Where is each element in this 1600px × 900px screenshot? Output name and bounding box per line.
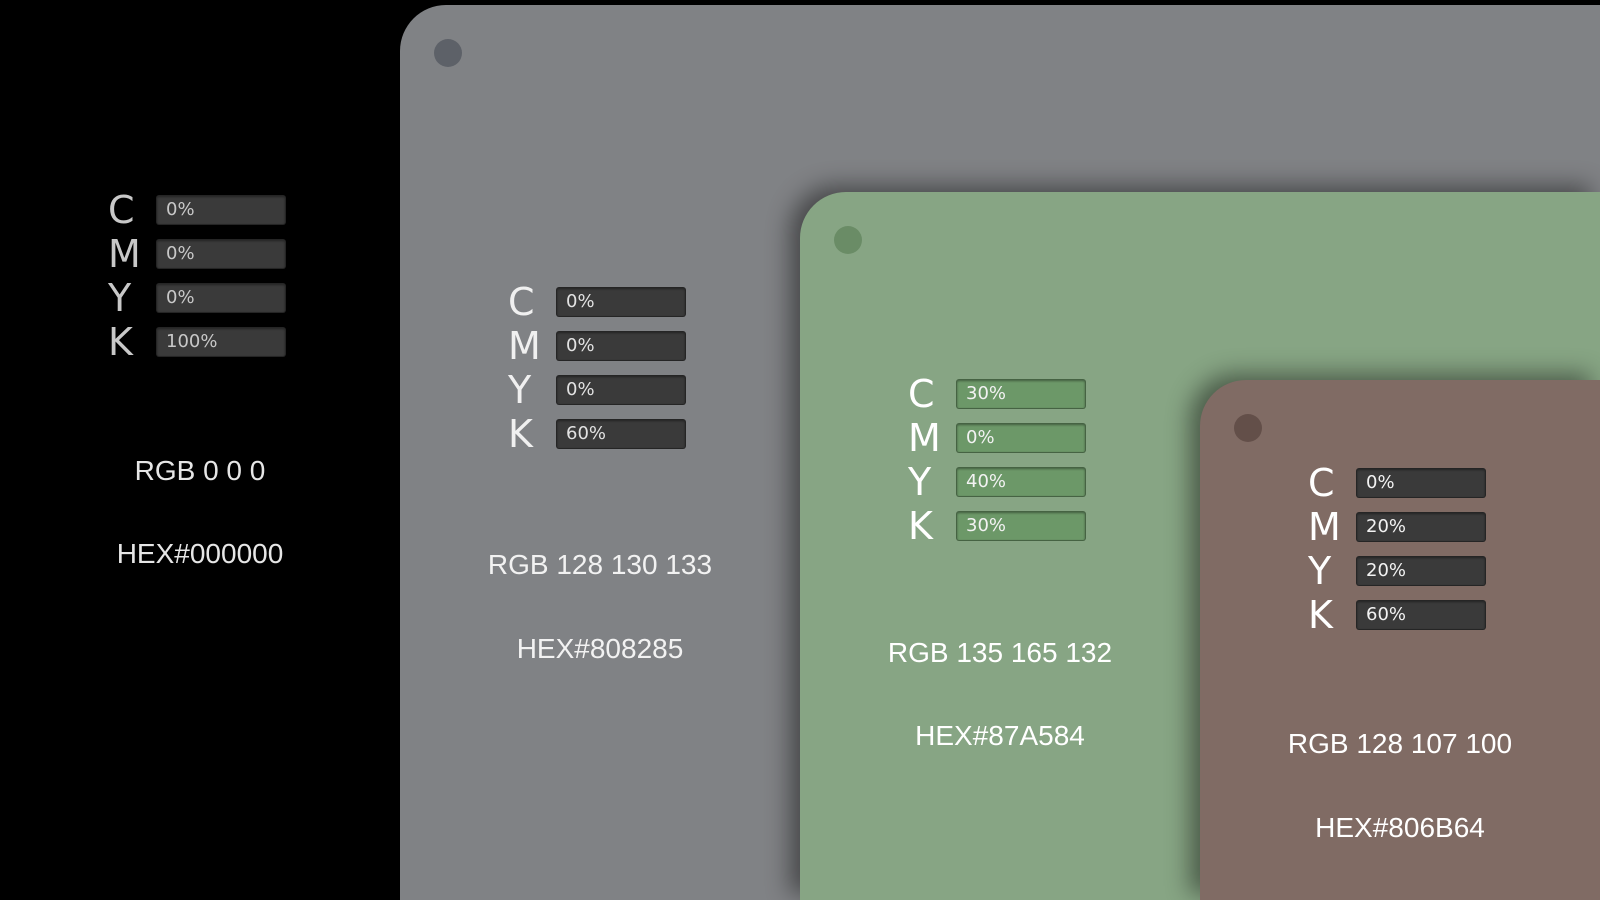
cmyk-value: 30%: [966, 383, 1007, 404]
cmyk-values: C 0% M 20% Y 20% K 60%: [1308, 461, 1486, 637]
cmyk-value: 0%: [566, 335, 595, 356]
cmyk-bar: 30%: [956, 511, 1086, 541]
cmyk-letter: M: [108, 232, 141, 276]
swatch-panel-brown: C 0% M 20% Y 20% K 60% RGB 128 107 100 H…: [1200, 380, 1600, 900]
hex-label: HEX#000000: [116, 538, 284, 569]
cmyk-bar: 40%: [956, 467, 1086, 497]
cmyk-values: C 30% M 0% Y 40% K 30%: [908, 372, 1086, 548]
cmyk-row-m: M 0%: [108, 232, 286, 276]
cmyk-bar: 0%: [156, 283, 286, 313]
cmyk-letter: M: [1308, 505, 1341, 549]
cmyk-letter: C: [508, 280, 535, 324]
cmyk-value: 0%: [166, 199, 195, 220]
cmyk-value: 0%: [166, 287, 195, 308]
cmyk-row-y: Y 0%: [108, 276, 286, 320]
cmyk-bar: 30%: [956, 379, 1086, 409]
hex-label: HEX#87A584: [915, 720, 1085, 751]
dot-icon: [834, 226, 862, 254]
cmyk-bar: 100%: [156, 327, 286, 357]
cmyk-letter: Y: [908, 460, 932, 504]
cmyk-row-k: K 30%: [908, 504, 1086, 548]
rgb-label: RGB 0 0 0: [134, 455, 266, 486]
rgb-label: RGB 128 107 100: [1287, 728, 1513, 759]
cmyk-row-m: M 20%: [1308, 505, 1486, 549]
cmyk-row-c: C 30%: [908, 372, 1086, 416]
cmyk-bar: 20%: [1356, 512, 1486, 542]
cmyk-value: 30%: [966, 515, 1007, 536]
cmyk-value: 0%: [166, 243, 195, 264]
cmyk-row-m: M 0%: [508, 324, 686, 368]
cmyk-value: 20%: [1366, 560, 1407, 581]
cmyk-row-y: Y 20%: [1308, 549, 1486, 593]
cmyk-row-c: C 0%: [508, 280, 686, 324]
cmyk-letter: K: [908, 504, 933, 548]
cmyk-letter: Y: [1308, 549, 1332, 593]
cmyk-letter: Y: [508, 368, 532, 412]
cmyk-bar: 60%: [1356, 600, 1486, 630]
dot-icon: [434, 39, 462, 67]
cmyk-bar: 0%: [156, 195, 286, 225]
cmyk-value: 0%: [966, 427, 995, 448]
cmyk-row-k: K 60%: [1308, 593, 1486, 637]
cmyk-value: 60%: [566, 423, 607, 444]
cmyk-letter: C: [1308, 461, 1335, 505]
cmyk-value: 0%: [566, 379, 595, 400]
cmyk-bar: 20%: [1356, 556, 1486, 586]
cmyk-values: C 0% M 0% Y 0% K 100%: [108, 188, 286, 364]
cmyk-value: 20%: [1366, 516, 1407, 537]
cmyk-bar: 0%: [1356, 468, 1486, 498]
cmyk-value: 0%: [1366, 472, 1395, 493]
cmyk-row-k: K 60%: [508, 412, 686, 456]
cmyk-values: C 0% M 0% Y 0% K 60%: [508, 280, 686, 456]
dot-icon: [1234, 414, 1262, 442]
cmyk-letter: K: [508, 412, 533, 456]
cmyk-value: 40%: [966, 471, 1007, 492]
cmyk-value: 0%: [566, 291, 595, 312]
cmyk-value: 60%: [1366, 604, 1407, 625]
cmyk-row-y: Y 0%: [508, 368, 686, 412]
cmyk-letter: C: [908, 372, 935, 416]
cmyk-row-m: M 0%: [908, 416, 1086, 460]
hex-label: HEX#806B64: [1315, 812, 1485, 843]
cmyk-value: 100%: [166, 331, 218, 352]
cmyk-row-c: C 0%: [108, 188, 286, 232]
cmyk-row-y: Y 40%: [908, 460, 1086, 504]
cmyk-bar: 0%: [556, 287, 686, 317]
cmyk-bar: 0%: [556, 375, 686, 405]
cmyk-bar: 60%: [556, 419, 686, 449]
cmyk-letter: K: [1308, 593, 1333, 637]
hex-label: HEX#808285: [516, 633, 684, 664]
cmyk-row-k: K 100%: [108, 320, 286, 364]
cmyk-bar: 0%: [556, 331, 686, 361]
cmyk-letter: K: [108, 320, 133, 364]
cmyk-row-c: C 0%: [1308, 461, 1486, 505]
cmyk-letter: C: [108, 188, 135, 232]
cmyk-bar: 0%: [956, 423, 1086, 453]
cmyk-letter: M: [908, 416, 941, 460]
rgb-label: RGB 135 165 132: [887, 637, 1113, 668]
cmyk-letter: Y: [108, 276, 132, 320]
cmyk-bar: 0%: [156, 239, 286, 269]
rgb-label: RGB 128 130 133: [487, 549, 713, 580]
cmyk-letter: M: [508, 324, 541, 368]
